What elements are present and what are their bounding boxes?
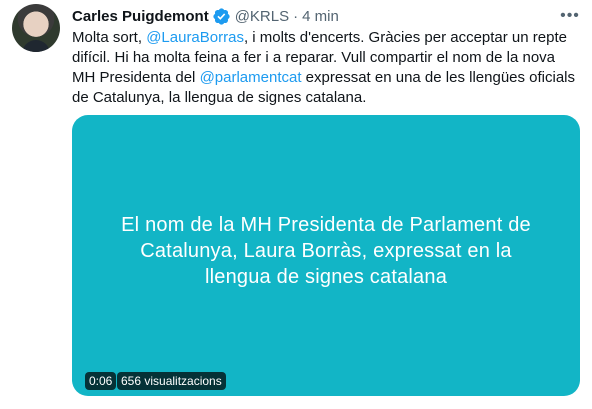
text-segment: Molta sort, (72, 29, 147, 46)
author-handle[interactable]: @KRLS (235, 8, 289, 25)
video-caption-line: llengua de signes catalana (204, 266, 448, 288)
separator-dot: · (293, 7, 299, 25)
verified-badge-icon (213, 7, 230, 25)
author-avatar[interactable] (12, 4, 60, 52)
mention-link-laura-borras[interactable]: @LauraBorras (146, 29, 244, 46)
video-duration-badge: 0:06 (85, 372, 117, 390)
video-caption-line: El nom de la MH Presidenta de Parlament … (121, 214, 531, 236)
tweet-header: Carles Puigdemont @KRLS · 4 min (72, 4, 339, 28)
video-caption-line: Catalunya, Laura Borràs, expressat en la (140, 240, 512, 262)
video-player[interactable]: El nom de la MH Presidenta de Parlament … (72, 115, 580, 396)
author-name[interactable]: Carles Puigdemont (72, 8, 209, 25)
tweet-timestamp[interactable]: 4 min (302, 8, 339, 25)
tweet-text: Molta sort, @LauraBorras, i molts d'ence… (72, 28, 582, 108)
video-views-badge: 656 visualitzacions (117, 372, 226, 390)
more-options-icon[interactable]: ••• (560, 6, 580, 26)
video-caption: El nom de la MH Presidenta de Parlament … (72, 212, 580, 290)
mention-link-parlamentcat[interactable]: @parlamentcat (200, 69, 302, 86)
